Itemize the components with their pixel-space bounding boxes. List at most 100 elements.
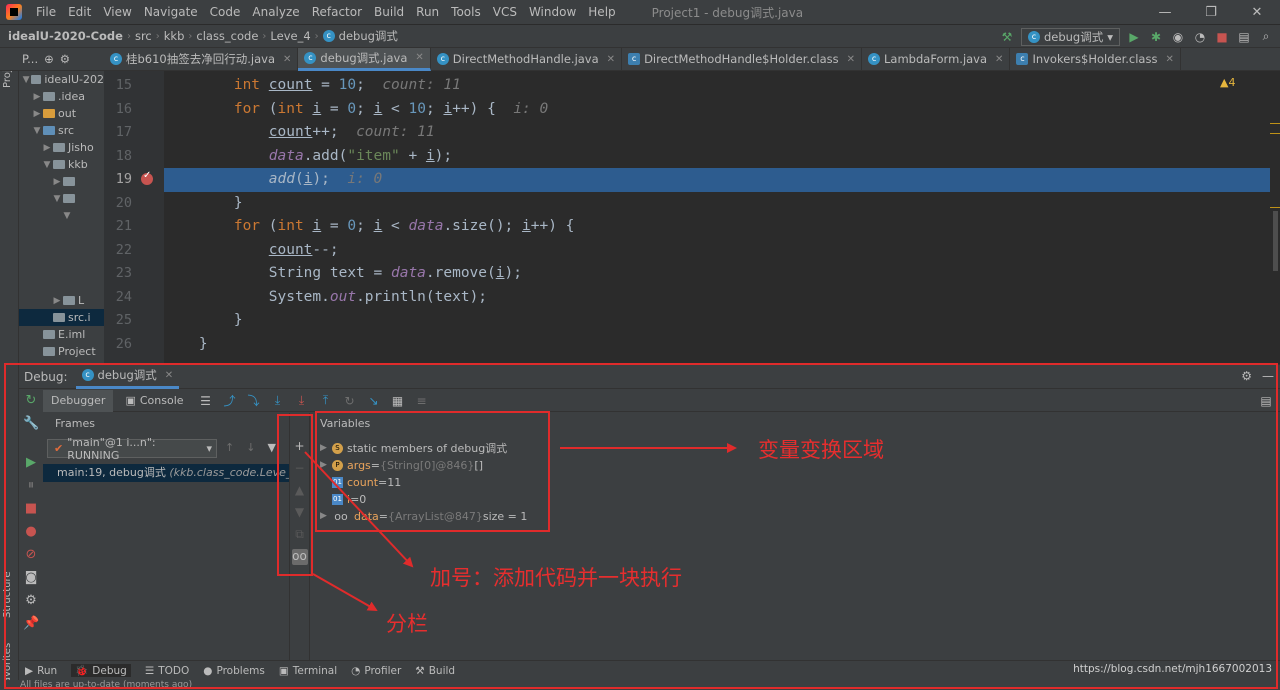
rerun-icon[interactable]: ↻: [23, 393, 39, 408]
minimize-panel-icon[interactable]: —: [1262, 369, 1274, 383]
restore-icon[interactable]: ❐: [1188, 0, 1234, 25]
chevron-right-icon[interactable]: ▶: [31, 109, 43, 119]
menu-window[interactable]: Window: [523, 0, 582, 25]
tree-item[interactable]: E.iml: [19, 326, 104, 343]
tool-window-problems[interactable]: ● Problems: [203, 665, 265, 677]
arrow-up-icon[interactable]: ↑: [225, 441, 234, 454]
menu-analyze[interactable]: Analyze: [246, 0, 305, 25]
stop-icon[interactable]: ■: [23, 501, 39, 516]
project-structure-icon[interactable]: ▤: [1236, 30, 1252, 44]
tree-item[interactable]: ▼ kkb: [19, 156, 104, 173]
move-up-icon[interactable]: ▲: [292, 483, 308, 499]
layout-icon[interactable]: ▤: [1256, 394, 1276, 408]
force-step-into-icon[interactable]: ⤓: [292, 393, 312, 408]
menu-run[interactable]: Run: [410, 0, 445, 25]
profile-icon[interactable]: ◔: [1192, 30, 1208, 44]
wrench-icon[interactable]: 🔧: [23, 416, 39, 431]
breadcrumb-project[interactable]: idealU-2020-Code: [0, 29, 127, 43]
tool-window-build[interactable]: ⚒ Build: [415, 665, 455, 677]
chevron-right-icon[interactable]: ▶: [51, 296, 63, 306]
arrow-down-icon[interactable]: ↓: [246, 441, 255, 454]
chevron-down-icon[interactable]: ▼: [51, 194, 63, 204]
menu-code[interactable]: Code: [204, 0, 247, 25]
code-line[interactable]: }: [164, 333, 1270, 357]
run-to-cursor-icon[interactable]: ↘: [364, 394, 384, 408]
tree-item[interactable]: Project: [19, 343, 104, 360]
editor-tab[interactable]: c debug调式.java ✕: [298, 47, 431, 71]
chevron-down-icon[interactable]: ▼: [61, 211, 73, 221]
close-icon[interactable]: ✕: [415, 52, 423, 63]
tree-item[interactable]: [19, 224, 104, 241]
tree-item[interactable]: ▼: [19, 207, 104, 224]
view-breakpoints-icon[interactable]: ●: [23, 524, 39, 539]
tree-item[interactable]: ▶ Jisho: [19, 139, 104, 156]
tree-item[interactable]: ▶ out: [19, 105, 104, 122]
code-line[interactable]: add(i); i: 0: [164, 168, 1270, 192]
chevron-right-icon[interactable]: ▶: [41, 143, 53, 153]
pin-icon[interactable]: 📌: [23, 616, 39, 631]
debug-icon[interactable]: ✱: [1148, 30, 1164, 44]
code-line[interactable]: System.out.println(text);: [164, 286, 1270, 310]
breadcrumb-item[interactable]: class_code: [192, 29, 262, 43]
settings-icon[interactable]: ⚙: [23, 593, 39, 608]
stop-icon[interactable]: ■: [1214, 30, 1230, 44]
tree-item[interactable]: ▶: [19, 173, 104, 190]
chevron-right-icon[interactable]: ▶: [320, 508, 332, 525]
search-icon[interactable]: ⌕: [1258, 29, 1274, 44]
chevron-right-icon[interactable]: ▶: [51, 177, 63, 187]
tree-item[interactable]: ▶ L: [19, 292, 104, 309]
tree-item[interactable]: ▼ idealU-202: [19, 71, 104, 88]
variable-row[interactable]: ▶ Sstatic members of debug调式: [320, 440, 507, 457]
structure-tool-label[interactable]: Structure: [2, 571, 13, 618]
editor-tab[interactable]: c 桂b610抽签去净回行动.java ✕: [104, 47, 299, 71]
tab-console[interactable]: ▣ Console: [117, 390, 191, 412]
code-line[interactable]: count--;: [164, 239, 1270, 263]
frame-row[interactable]: main:19, debug调式 (kkb.class_code.Leve_4): [43, 464, 303, 482]
tool-window-run[interactable]: ▶ Run: [25, 665, 57, 677]
code-line[interactable]: for (int i = 0; i < data.size(); i++) {: [164, 215, 1270, 239]
close-icon[interactable]: ✕: [847, 54, 855, 65]
breadcrumb-item[interactable]: kkb: [160, 29, 189, 43]
step-into-icon[interactable]: ⤓: [268, 393, 288, 408]
menu-edit[interactable]: Edit: [62, 0, 97, 25]
show-execution-point-icon[interactable]: ⤴: [220, 392, 240, 409]
move-down-icon[interactable]: ▼: [292, 505, 308, 521]
editor-scrollbar[interactable]: [1270, 71, 1280, 363]
mute-breakpoints-icon[interactable]: ⊘: [23, 547, 39, 562]
variable-row[interactable]: 01 i = 0: [320, 491, 366, 508]
run-icon[interactable]: ▶: [1126, 30, 1142, 44]
minimize-icon[interactable]: —: [1142, 0, 1188, 25]
run-config-select[interactable]: c debug调式 ▾: [1020, 27, 1120, 46]
breakpoint-icon[interactable]: [141, 170, 153, 185]
minus-icon[interactable]: −: [292, 461, 308, 477]
close-window-icon[interactable]: ✕: [1234, 0, 1280, 25]
chevron-down-icon[interactable]: ▼: [21, 75, 31, 85]
copy-icon[interactable]: ⧉: [292, 527, 308, 543]
editor-tab[interactable]: c Invokers$Holder.class ✕: [1010, 47, 1181, 71]
menu-refactor[interactable]: Refactor: [306, 0, 368, 25]
menu-build[interactable]: Build: [368, 0, 410, 25]
tree-item[interactable]: [19, 241, 104, 258]
code-line[interactable]: count++; count: 11: [164, 121, 1270, 145]
tool-window-debug[interactable]: 🐞 Debug: [71, 664, 131, 677]
code-line[interactable]: int count = 10; count: 11: [164, 74, 1270, 98]
chevron-right-icon[interactable]: ▶: [31, 92, 43, 102]
menu-file[interactable]: File: [30, 0, 62, 25]
pause-icon[interactable]: ⏸: [23, 478, 39, 493]
tool-window-terminal[interactable]: ▣ Terminal: [279, 665, 337, 677]
camera-icon[interactable]: ◙: [23, 570, 39, 585]
chevron-down-icon[interactable]: ▼: [41, 160, 53, 170]
warning-count[interactable]: ▲4: [1220, 76, 1235, 89]
close-icon[interactable]: ✕: [1165, 54, 1173, 65]
tree-item[interactable]: [19, 258, 104, 275]
editor-tab[interactable]: c DirectMethodHandle$Holder.class ✕: [622, 47, 863, 71]
plus-icon[interactable]: +: [292, 439, 308, 455]
gear-icon[interactable]: ⚙: [60, 52, 70, 66]
menu-help[interactable]: Help: [582, 0, 621, 25]
drop-frame-icon[interactable]: ↻: [340, 394, 360, 408]
breadcrumb-item[interactable]: c debug调式: [319, 28, 402, 44]
tab-debugger[interactable]: Debugger: [43, 389, 114, 412]
chevron-right-icon[interactable]: ▶: [320, 457, 332, 474]
menu-view[interactable]: View: [97, 0, 137, 25]
step-over-icon[interactable]: ⤵: [244, 392, 264, 409]
